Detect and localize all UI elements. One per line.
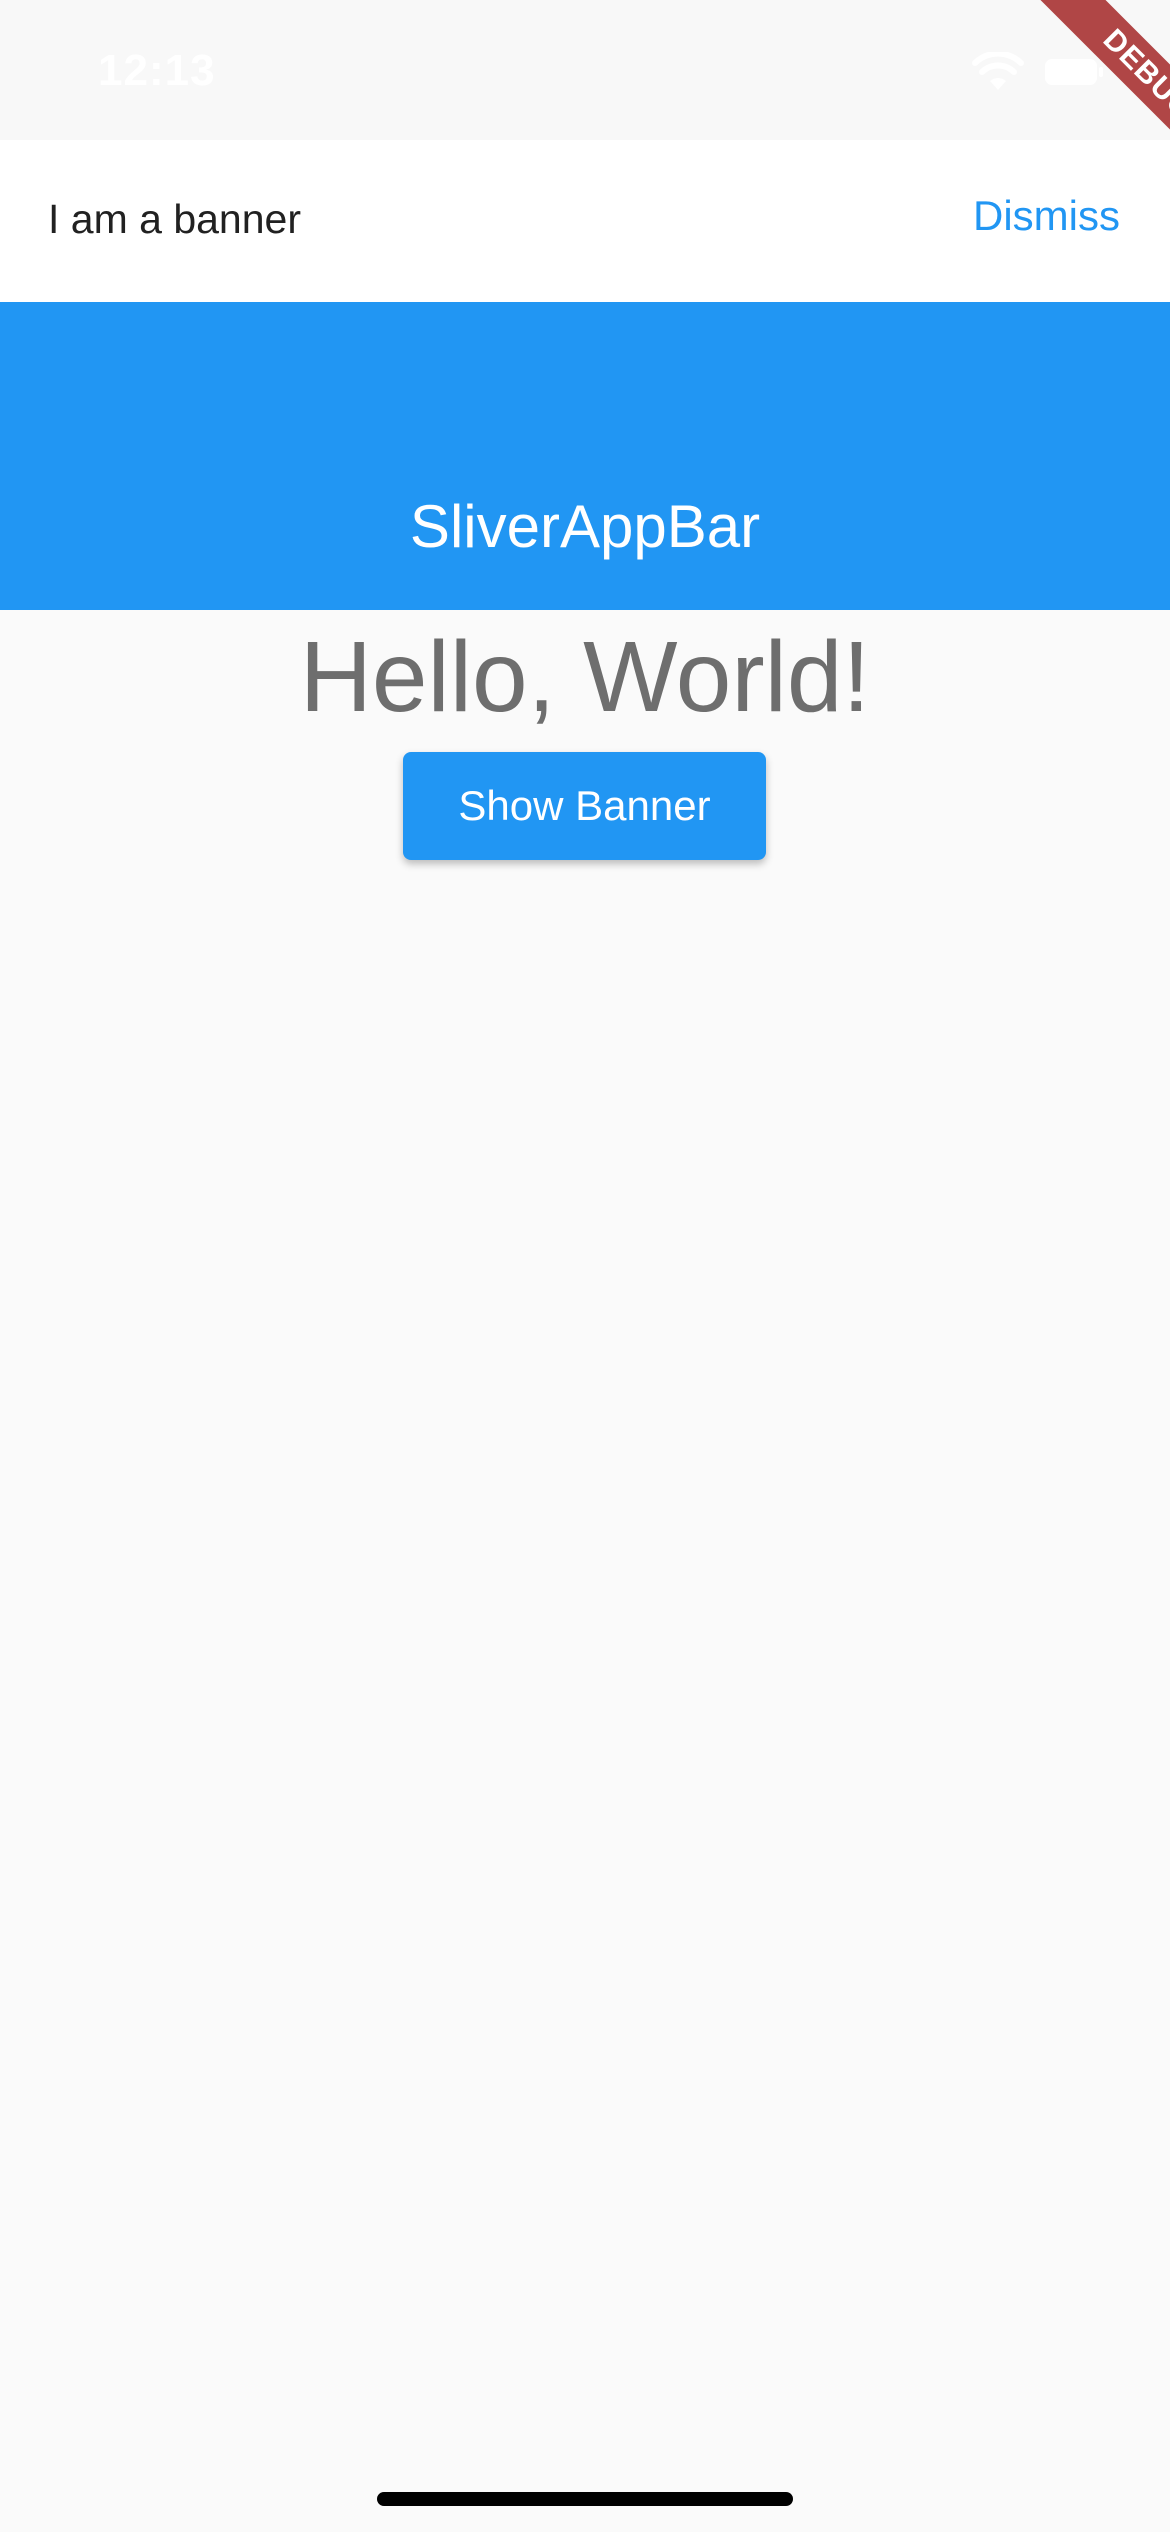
sliver-app-bar: SliverAppBar [0,302,1170,610]
app-bar-title: SliverAppBar [409,493,761,560]
home-indicator[interactable] [377,2492,793,2506]
debug-ribbon-container: DEBUG [970,0,1170,200]
status-time: 12:13 [98,46,216,95]
debug-ribbon: DEBUG [1025,0,1170,198]
banner-message: I am a banner [48,196,301,242]
show-banner-button[interactable]: Show Banner [403,752,766,860]
hello-text: Hello, World! [299,621,871,733]
